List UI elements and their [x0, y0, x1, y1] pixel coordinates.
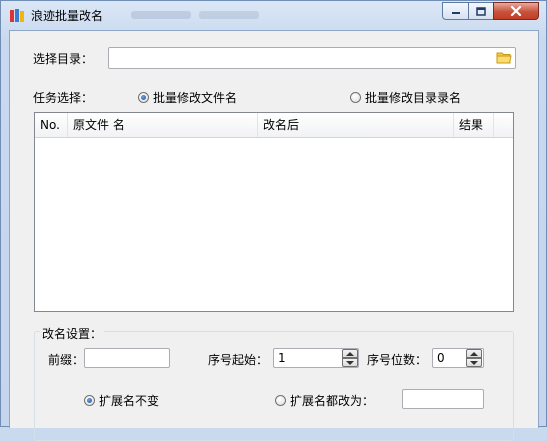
maximize-icon: [476, 6, 486, 16]
directory-input[interactable]: [108, 47, 516, 69]
rename-settings-label: 改名设置：: [40, 325, 105, 342]
close-button[interactable]: [493, 2, 539, 20]
spin-up-button[interactable]: [466, 349, 482, 358]
list-header: No. 原文件 名 改名后 结果: [35, 113, 513, 138]
column-no[interactable]: No.: [35, 113, 68, 137]
background-blur: [131, 11, 191, 19]
radio-keep-extension-label[interactable]: 扩展名不变: [99, 392, 159, 409]
directory-label: 选择目录：: [33, 52, 94, 66]
prefix-input[interactable]: [84, 348, 170, 368]
file-list[interactable]: No. 原文件 名 改名后 结果: [34, 112, 514, 312]
close-icon: [510, 6, 522, 16]
radio-change-extension-label[interactable]: 扩展名都改为：: [290, 392, 374, 409]
prefix-label: 前缀：: [48, 353, 85, 367]
digits-spinner[interactable]: [466, 349, 482, 367]
task-label: 任务选择：: [33, 91, 94, 105]
start-number-label: 序号起始：: [208, 353, 269, 367]
arrow-up-icon: [470, 351, 478, 356]
minimize-button[interactable]: [442, 2, 469, 20]
digits-label: 序号位数：: [367, 353, 428, 367]
spin-up-button[interactable]: [342, 349, 358, 358]
column-original-name[interactable]: 原文件 名: [68, 113, 258, 137]
arrow-down-icon: [346, 360, 354, 365]
column-result[interactable]: 结果: [454, 113, 494, 137]
app-window: 浪迹批量改名 选择目录： 任务选择： 批量修改文件名 批量修改目录录名 No. …: [0, 0, 547, 441]
radio-change-extension[interactable]: [275, 395, 286, 406]
title-bar[interactable]: 浪迹批量改名: [1, 1, 546, 29]
spin-down-button[interactable]: [466, 358, 482, 367]
radio-rename-files[interactable]: [138, 92, 149, 103]
window-title: 浪迹批量改名: [31, 9, 104, 23]
extension-input[interactable]: [402, 389, 484, 409]
background-blur: [199, 11, 259, 19]
arrow-down-icon: [470, 360, 478, 365]
folder-icon[interactable]: [496, 50, 512, 65]
column-new-name[interactable]: 改名后: [258, 113, 454, 137]
arrow-up-icon: [346, 351, 354, 356]
minimize-icon: [451, 12, 460, 14]
main-panel: 选择目录： 任务选择： 批量修改文件名 批量修改目录录名 No. 原文件 名 改…: [9, 30, 539, 441]
spin-down-button[interactable]: [342, 358, 358, 367]
radio-rename-files-label[interactable]: 批量修改文件名: [153, 89, 237, 106]
radio-keep-extension[interactable]: [84, 395, 95, 406]
radio-rename-dirs-label[interactable]: 批量修改目录录名: [365, 89, 461, 106]
radio-rename-dirs[interactable]: [350, 92, 361, 103]
start-number-spinner[interactable]: [342, 349, 358, 367]
maximize-button[interactable]: [468, 2, 494, 20]
app-icon: [10, 9, 24, 22]
